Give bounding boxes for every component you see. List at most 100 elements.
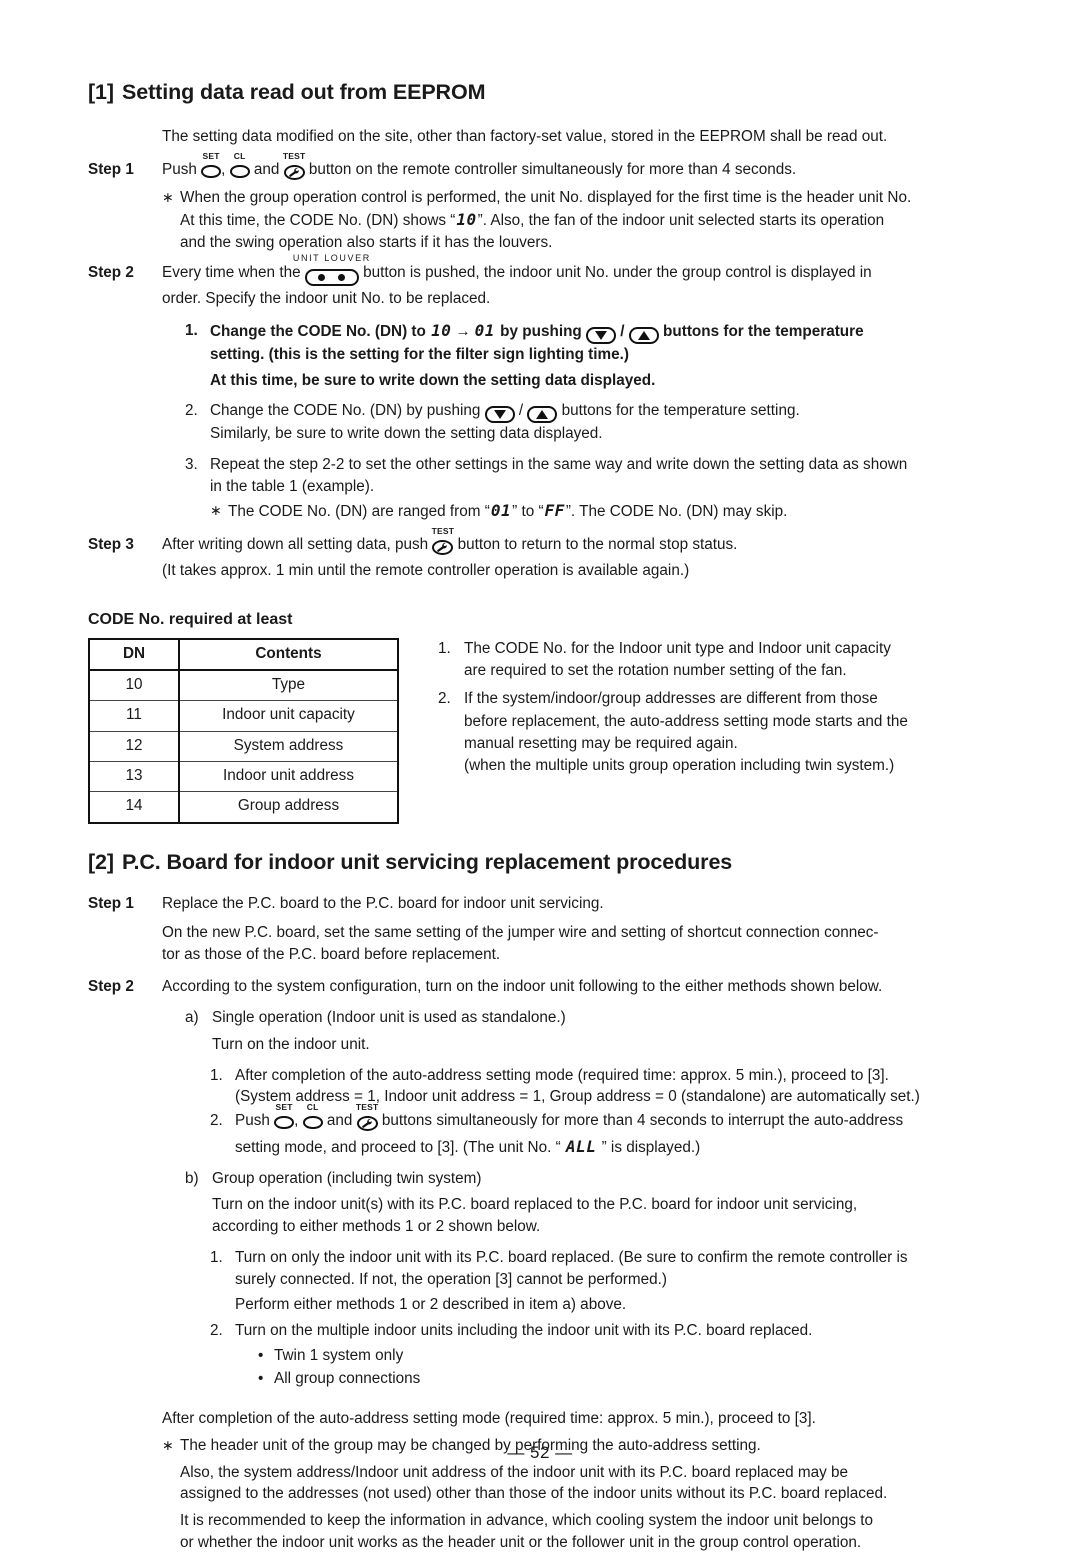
note-line: The CODE No. for the Indoor unit type an… — [464, 639, 891, 657]
step-row-1-1: Step 1 Push SET, CL and TEST button on t… — [88, 152, 1000, 185]
step-3-line-2: (It takes approx. 1 min until the remote… — [162, 561, 690, 579]
cell-contents: System address — [179, 730, 398, 762]
cl-button-icon: CL — [229, 152, 250, 185]
item-3-line-2: in the table 1 (example). — [210, 477, 375, 495]
cell-contents: Group address — [179, 791, 398, 824]
s2-item-a-sub-2: 2. Push SET, CL and TEST buttons simulta… — [210, 1103, 1000, 1158]
section-1-heading: [1] Setting data read out from EEPROM — [88, 80, 1000, 106]
table-header-contents: Contents — [178, 638, 399, 671]
page-number: — 52 — — [507, 1443, 573, 1462]
list-mark: 3. — [185, 455, 198, 473]
b-sub-1-line-1: Turn on only the indoor unit with its P.… — [235, 1248, 908, 1266]
set-button-icon: SET — [274, 1103, 295, 1136]
wrench-icon — [288, 167, 299, 177]
note-line: manual resetting may be required again. — [464, 734, 738, 752]
step-2-item-2: 2. Change the CODE No. (DN) by pushing /… — [185, 400, 1000, 445]
cl-button-caption: CL — [306, 1102, 319, 1113]
table-header-dn: DN — [88, 638, 180, 671]
item-3-note-text: The CODE No. (DN) are ranged from “01” t… — [228, 501, 788, 521]
unit-louver-button-icon: UNIT LOUVER — [293, 254, 369, 288]
step-body: Push SET, CL and TEST button on the remo… — [162, 152, 1000, 185]
s2-step1-line-2: On the new P.C. board, set the same sett… — [162, 924, 879, 942]
test-button-icon: TEST — [283, 152, 305, 185]
sub-1-line-2: (System address = 1, Indoor unit address… — [235, 1088, 920, 1106]
section-2-heading: [2] P.C. Board for indoor unit servicing … — [88, 850, 1000, 876]
list-mark: 1. — [185, 321, 198, 339]
note-mark: 1. — [438, 639, 451, 657]
bullet-item: • All group connections — [258, 1368, 1000, 1390]
test-button-icon: TEST — [356, 1103, 378, 1136]
note-mark: 2. — [438, 690, 451, 708]
test-button-icon: TEST — [432, 527, 454, 560]
bullet-text: Twin 1 system only — [274, 1346, 404, 1364]
list-mark: 2. — [210, 1112, 223, 1130]
s2-item-b-sub-1: 1. Turn on only the indoor unit with its… — [210, 1247, 1000, 1316]
step-label: Step 2 — [88, 977, 134, 995]
cl-button-icon: CL — [302, 1103, 323, 1136]
item-1-line-1: Change the CODE No. (DN) to 10 → 01 by pus… — [210, 320, 1000, 344]
item-b-line-2: Turn on the indoor unit(s) with its P.C.… — [212, 1196, 858, 1214]
table-row: 11 Indoor unit capacity — [89, 700, 398, 732]
step-text-and: and — [249, 160, 284, 178]
b-sub-1-line-3: Perform either methods 1 or 2 described … — [235, 1296, 627, 1314]
s2-item-b: b) Group operation (including twin syste… — [185, 1168, 1000, 1238]
note-line: before replacement, the auto-address set… — [464, 712, 908, 730]
list-mark: 1. — [210, 1066, 223, 1084]
table-row: 12 System address — [89, 730, 398, 762]
cell-contents: Indoor unit capacity — [179, 700, 398, 732]
table-block: CODE No. required at least DN Contents 1… — [88, 611, 438, 824]
lcd-code-ff: FF — [544, 501, 565, 521]
cell-contents: Indoor unit address — [179, 760, 398, 793]
sub-1-line-1: After completion of the auto-address set… — [235, 1066, 889, 1084]
section-2-number: [2] — [88, 849, 114, 874]
step-body: Every time when the UNIT LOUVER button i… — [162, 254, 1000, 309]
table-title: CODE No. required at least — [88, 610, 293, 628]
section-1-title: Setting data read out from EEPROM — [121, 80, 486, 104]
note-line-2: At this time, the CODE No. (DN) shows “1… — [180, 209, 885, 229]
cell-dn: 10 — [89, 669, 180, 702]
lcd-code-all: ALL — [565, 1136, 597, 1156]
cell-dn: 11 — [89, 700, 180, 732]
step-text-rest: button on the remote controller simultan… — [304, 160, 797, 178]
s2-step1-line-3: tor as those of the P.C. board before re… — [162, 945, 501, 963]
temp-up-button-icon — [628, 326, 659, 344]
final-note-line-3: assigned to the addresses (not used) oth… — [180, 1485, 888, 1503]
b-sub-2-line-1: Turn on the multiple indoor units includ… — [235, 1321, 813, 1339]
note-line: If the system/indoor/group addresses are… — [464, 690, 878, 708]
step-2-item-1: 1. Change the CODE No. (DN) to 10 → 01 by … — [185, 320, 1000, 391]
bullet-text: All group connections — [274, 1370, 421, 1388]
item-a-title: Single operation (Indoor unit is used as… — [212, 1009, 566, 1027]
item-a-line-2: Turn on the indoor unit. — [212, 1036, 370, 1054]
lcd-code-to: 01 — [474, 320, 495, 340]
step-row-1-3: Step 3 After writing down all setting da… — [88, 527, 1000, 581]
item-2-line-1: Change the CODE No. (DN) by pushing / bu… — [210, 400, 1000, 424]
item-1-line-2: setting. (this is the setting for the fi… — [210, 345, 629, 363]
bullet-dot: • — [258, 1370, 264, 1388]
note-line-1: When the group operation control is perf… — [180, 189, 912, 207]
cell-contents: Type — [179, 669, 398, 702]
test-button-caption: TEST — [431, 526, 455, 537]
step-2-line-2: order. Specify the indoor unit No. to be… — [162, 290, 491, 308]
section-2-title: P.C. Board for indoor unit servicing rep… — [121, 849, 733, 874]
step-label: Step 2 — [88, 264, 134, 282]
set-button-icon: SET — [201, 152, 222, 185]
item-2-line-2: Similarly, be sure to write down the set… — [210, 425, 603, 443]
sub-2-line-1: Push SET, CL and TEST buttons simultaneo… — [235, 1103, 1000, 1136]
item-3-line-1: Repeat the step 2-2 to set the other set… — [210, 455, 908, 473]
item-3-note: ∗ The CODE No. (DN) are ranged from “01”… — [210, 500, 1000, 523]
final-note-line-4: It is recommended to keep the informatio… — [180, 1511, 873, 1529]
b-sub-1-line-2: surely connected. If not, the operation … — [235, 1270, 667, 1288]
lcd-code-10: 10 — [456, 209, 477, 229]
code-no-table: DN Contents 10 Type 11 Indoor unit capac… — [88, 637, 399, 824]
item-b-title: Group operation (including twin system) — [212, 1169, 482, 1187]
s2-item-b-sub-2: 2. Turn on the multiple indoor units inc… — [210, 1320, 1000, 1392]
set-button-caption: SET — [275, 1102, 293, 1113]
list-mark: 1. — [210, 1248, 223, 1266]
table-row: 10 Type — [89, 669, 398, 702]
unit-louver-caption: UNIT LOUVER — [292, 253, 371, 264]
step-3-line-1: After writing down all setting data, pus… — [162, 527, 1000, 560]
table-row: 14 Group address — [89, 791, 398, 824]
table-header-row: DN Contents — [88, 638, 399, 671]
step-row-2-1: Step 1 Replace the P.C. board to the P.C… — [88, 893, 1000, 965]
bullet-dot: • — [258, 1346, 264, 1364]
